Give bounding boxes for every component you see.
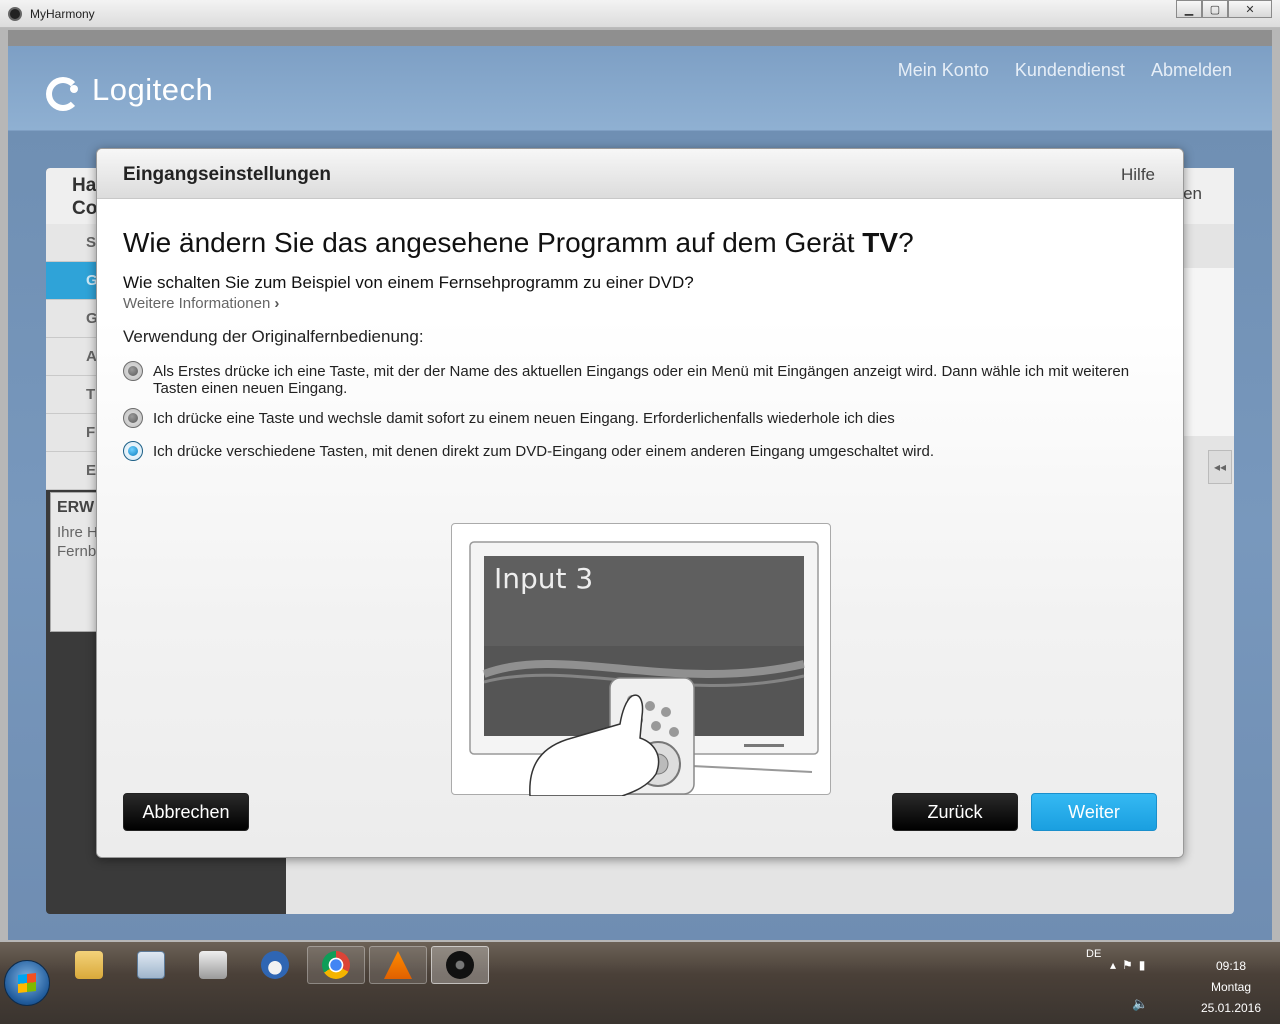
next-button[interactable]: Weiter — [1031, 793, 1157, 831]
sidebar-item-label: T — [86, 386, 96, 403]
chrome-icon[interactable] — [307, 946, 365, 984]
more-info-label: Weitere Informationen — [123, 295, 271, 312]
illustration-screen-text: Input 3 — [494, 562, 593, 595]
clock[interactable]: 09:18 Montag 25.01.2016 — [1198, 956, 1264, 1019]
clock-time: 09:18 — [1215, 959, 1247, 973]
nav-kundendienst[interactable]: Kundendienst — [1015, 60, 1125, 81]
system-tray: DE ▴⚑▮ 🔈 09:18 Montag 25.01.2016 — [1080, 942, 1280, 1024]
window-controls: ▁ ▢ ✕ — [1176, 0, 1272, 18]
close-button[interactable]: ✕ — [1228, 0, 1272, 18]
sidebar-header-text: Ha Co — [72, 175, 98, 219]
logitech-logo-icon — [44, 73, 84, 111]
dialog-question: Wie ändern Sie das angesehene Programm a… — [123, 227, 914, 259]
usage-label: Verwendung der Originalfernbedienung: — [123, 327, 424, 346]
myharmony-app-icon — [8, 7, 22, 21]
nav-abmelden[interactable]: Abmelden — [1151, 60, 1232, 81]
collapse-panel-icon[interactable]: ◂◂ — [1208, 450, 1232, 484]
option-2-label: Ich drücke eine Taste und wechsle damit … — [153, 410, 895, 427]
dialog-title: Eingangseinstellungen — [123, 164, 331, 185]
sidebar-item-label: F — [86, 424, 96, 441]
cancel-button[interactable]: Abbrechen — [123, 793, 249, 831]
tray-icons[interactable]: ▴⚑▮ — [1110, 958, 1151, 972]
file-explorer-icon[interactable] — [60, 946, 118, 984]
main-bar-label: en — [1183, 184, 1202, 203]
top-navigation: Mein Konto Kundendienst Abmelden — [898, 60, 1232, 81]
radio-option-3[interactable] — [123, 441, 143, 461]
logitech-logo: Logitech — [44, 72, 214, 111]
vlc-icon[interactable] — [369, 946, 427, 984]
language-indicator[interactable]: DE — [1086, 948, 1101, 960]
dialog-header: Eingangseinstellungen Hilfe — [97, 149, 1183, 199]
question-device: TV — [862, 227, 899, 258]
window-title: MyHarmony — [30, 7, 95, 21]
input-settings-dialog: Eingangseinstellungen Hilfe Wie ändern S… — [96, 148, 1184, 858]
option-toggle-input[interactable]: Ich drücke eine Taste und wechsle damit … — [123, 408, 1153, 428]
option-3-label: Ich drücke verschiedene Tasten, mit dene… — [153, 443, 934, 460]
dialog-body: Wie ändern Sie das angesehene Programm a… — [97, 199, 1183, 857]
option-menu-input[interactable]: Als Erstes drücke ich eine Taste, mit de… — [123, 361, 1153, 397]
question-prefix: Wie ändern Sie das angesehene Programm a… — [123, 227, 863, 258]
radio-option-2[interactable] — [123, 408, 143, 428]
more-info-link[interactable]: Weitere Informationen › — [123, 295, 279, 312]
volume-icon[interactable]: 🔈 — [1132, 996, 1148, 1012]
question-suffix: ? — [898, 227, 914, 258]
back-button[interactable]: Zurück — [892, 793, 1018, 831]
start-button[interactable] — [4, 960, 50, 1006]
logo-text: Logitech — [92, 72, 214, 107]
right-panel — [1184, 268, 1234, 436]
help-link[interactable]: Hilfe — [1121, 165, 1155, 185]
sidebar-item-label: E — [86, 462, 97, 479]
sidebar-item-label: S — [86, 234, 97, 251]
remote-tv-illustration: Input 3 — [451, 523, 831, 796]
app-top-strip — [8, 30, 1272, 46]
printer-icon[interactable] — [184, 946, 242, 984]
tv-illustration-svg: Input 3 — [469, 541, 819, 796]
clock-date: 25.01.2016 — [1200, 1001, 1262, 1015]
calculator-icon[interactable] — [122, 946, 180, 984]
option-1-label: Als Erstes drücke ich eine Taste, mit de… — [153, 363, 1130, 397]
clock-weekday: Montag — [1210, 980, 1252, 994]
window-titlebar: MyHarmony ▁ ▢ ✕ — [0, 0, 1280, 28]
windows-taskbar: DE ▴⚑▮ 🔈 09:18 Montag 25.01.2016 — [0, 942, 1280, 1024]
option-direct-input[interactable]: Ich drücke verschiedene Tasten, mit dene… — [123, 441, 1153, 461]
nav-mein-konto[interactable]: Mein Konto — [898, 60, 989, 81]
promo-title: ERW — [57, 499, 95, 516]
maximize-button[interactable]: ▢ — [1202, 0, 1228, 18]
radio-option-1[interactable] — [123, 361, 143, 381]
dialog-subquestion: Wie schalten Sie zum Beispiel von einem … — [123, 273, 694, 292]
thunderbird-icon[interactable] — [246, 946, 304, 984]
myharmony-icon[interactable] — [431, 945, 489, 985]
minimize-button[interactable]: ▁ — [1176, 0, 1202, 18]
chevron-right-icon: › — [274, 295, 280, 312]
